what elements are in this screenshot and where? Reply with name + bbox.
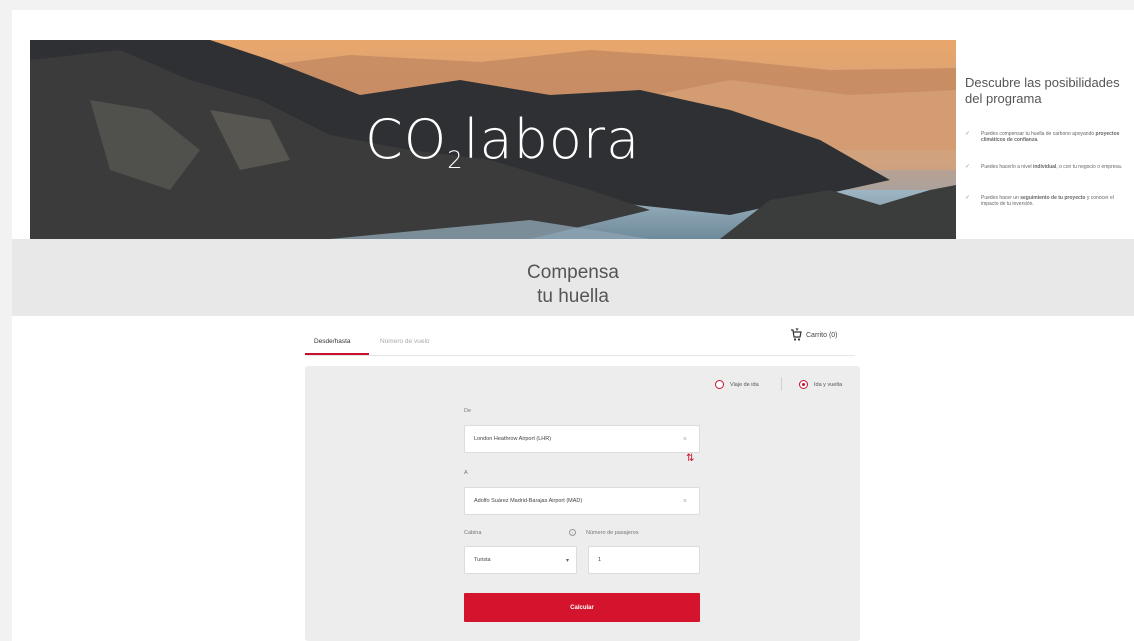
page: CO2labora Descubre las posibilidades del…: [12, 10, 1134, 641]
check-icon: ✓: [965, 164, 971, 170]
from-label: De: [464, 408, 472, 414]
check-icon: ✓: [965, 195, 971, 201]
section-title: Compensa tu huella: [527, 262, 619, 307]
aside-title: Descubre las posibilidades del programa: [965, 75, 1120, 106]
radio-circle-selected: [799, 380, 808, 389]
hero-banner: CO2labora: [30, 40, 956, 239]
cart-icon: [791, 328, 802, 341]
aside-bullet: ✓ Puedes hacerlo a nivel individual, o c…: [965, 164, 1123, 170]
tab-from-to[interactable]: Desde/hasta: [314, 338, 351, 345]
flight-form: Viaje de ida Ida y vuelta De London Heat…: [305, 366, 860, 641]
radio-round-trip-label: Ida y vuelta: [814, 381, 843, 388]
chevron-down-icon: ▾: [565, 557, 569, 564]
destination-airport-value: Adolfo Suárez Madrid-Barajas Airport (MA…: [474, 498, 583, 504]
origin-airport-value: London Heathrow Airport (LHR): [474, 436, 552, 442]
colabora-logo: CO2labora: [365, 108, 641, 174]
tab-flight-number[interactable]: Número de vuelo: [380, 338, 430, 345]
tab-divider: [305, 355, 855, 356]
clear-destination-icon[interactable]: ×: [683, 498, 687, 505]
swap-airports-icon[interactable]: ⇅: [686, 453, 694, 464]
program-info-panel: Descubre las posibilidades del programa …: [956, 40, 1134, 239]
destination-airport-field[interactable]: Adolfo Suárez Madrid-Barajas Airport (MA…: [464, 487, 700, 515]
section-header: Compensa tu huella: [12, 239, 1134, 316]
cart-label: Carrito (0): [806, 331, 838, 339]
radio-circle: [715, 380, 724, 389]
passengers-label: Número de pasajeros: [586, 530, 639, 536]
clear-origin-icon[interactable]: ×: [683, 436, 687, 443]
passengers-value: 1: [598, 557, 602, 563]
to-label: A: [464, 470, 468, 476]
cabin-label: Cabina: [464, 530, 482, 536]
aside-bullet: ✓ Puedes hacer un seguimiento de tu proy…: [965, 195, 1114, 207]
passengers-input[interactable]: 1: [588, 546, 700, 574]
origin-airport-field[interactable]: London Heathrow Airport (LHR) ×: [464, 425, 700, 453]
cart-button[interactable]: Carrito (0): [790, 328, 838, 342]
radio-divider: [781, 377, 782, 391]
check-icon: ✓: [965, 131, 971, 137]
cabin-select[interactable]: Turista ▾: [464, 546, 577, 574]
radio-one-way[interactable]: Viaje de ida: [715, 380, 759, 389]
active-tab-indicator: [305, 353, 369, 355]
info-icon[interactable]: i: [569, 529, 576, 536]
calculate-button[interactable]: Calcular: [464, 593, 700, 622]
aside-bullet: ✓ Puedes compensar tu huella de carbono …: [965, 131, 1120, 143]
radio-round-trip[interactable]: Ida y vuelta: [799, 380, 842, 389]
radio-one-way-label: Viaje de ida: [730, 381, 759, 388]
cabin-value: Turista: [474, 557, 491, 563]
